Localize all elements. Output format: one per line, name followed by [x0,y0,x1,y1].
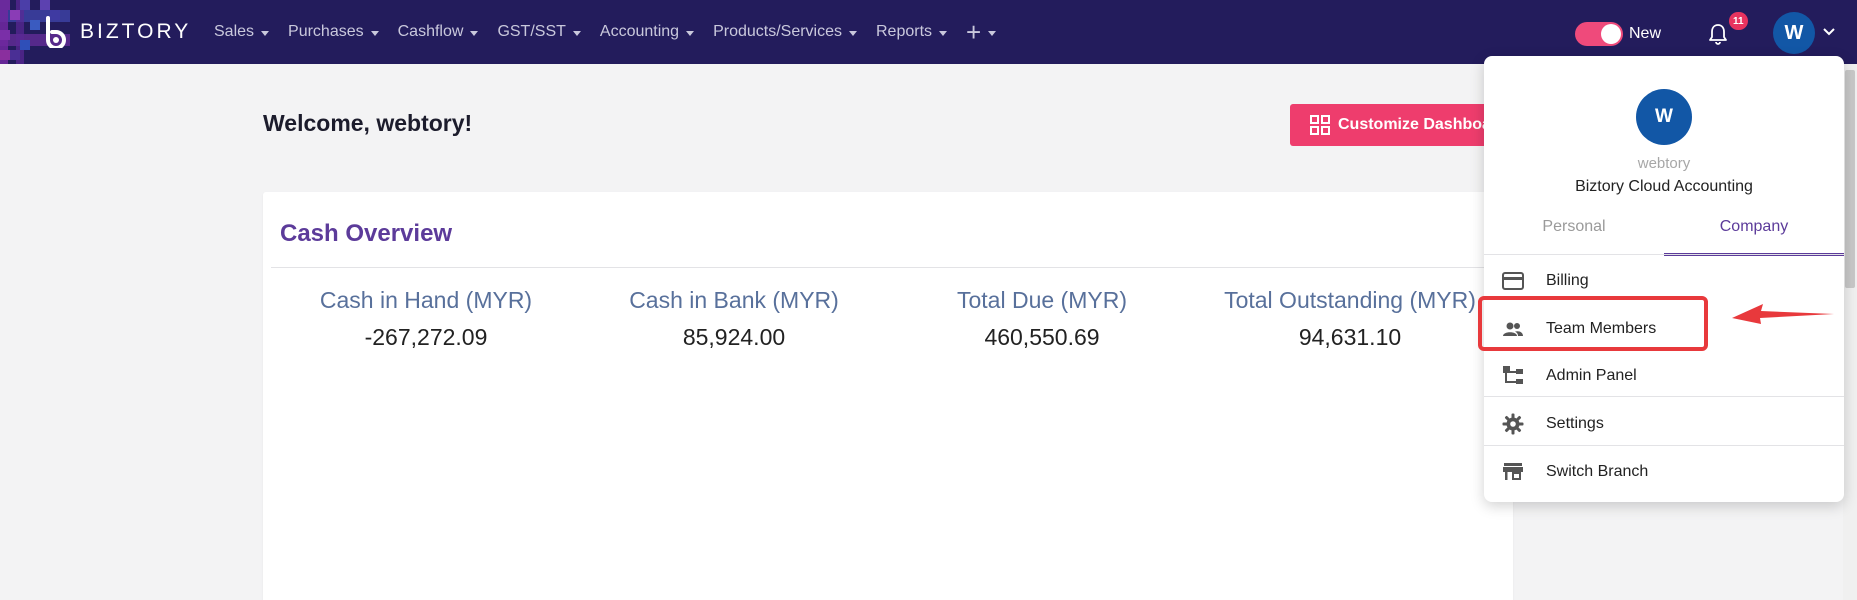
notification-badge: 11 [1729,12,1748,30]
credit-card-icon [1502,272,1524,290]
caret-down-icon [370,30,379,36]
menu-item-label: Switch Branch [1546,463,1649,480]
top-navbar: BIZTORY Sales Purchases Cashflow GST/SST… [0,0,1857,64]
toggle-label: New [1629,25,1662,42]
tab-personal[interactable]: Personal [1484,216,1664,256]
menu-tabs: Personal Company [1484,216,1844,256]
stat-label: Cash in Bank (MYR) [629,287,839,313]
caret-down-icon [686,30,695,36]
gear-icon [1502,413,1524,435]
nav-cashflow[interactable]: Cashflow [398,23,479,41]
nav-accounting-label: Accounting [599,23,680,40]
stat-value: 94,631.10 [1298,324,1402,350]
menu-item-label: Billing [1546,272,1589,289]
menu-item-settings[interactable]: Settings [1484,400,1844,448]
chevron-down-icon[interactable] [1822,27,1836,37]
scrollbar-thumb[interactable] [1845,70,1855,288]
nav-gst-sst[interactable]: GST/SST [497,23,581,41]
main-nav: Sales Purchases Cashflow GST/SST Account… [214,0,1015,64]
user-avatar[interactable]: W [1773,12,1815,54]
stat-label: Cash in Hand (MYR) [319,287,533,313]
hierarchy-icon [1503,366,1523,384]
caret-down-icon [849,30,857,36]
nav-cashflow-label: Cashflow [397,23,464,40]
biztory-logo-icon [46,16,66,48]
menu-item-label: Admin Panel [1546,367,1637,384]
quick-add-menu[interactable]: + [966,17,997,47]
nav-reports[interactable]: Reports [876,23,948,41]
divider [1484,445,1844,446]
welcome-heading: Welcome, webtory! [263,110,473,136]
annotation-highlight-box [1478,296,1708,351]
caret-down-icon [470,30,479,36]
caret-down-icon [939,30,948,36]
divider [1484,254,1844,255]
nav-purchases[interactable]: Purchases [288,23,379,41]
nav-products-services[interactable]: Products/Services [713,23,857,41]
menu-item-label: Settings [1546,415,1604,432]
toggle-switch[interactable] [1575,22,1623,46]
customize-dashboard-label: Customize Dashboard [1338,116,1507,133]
nav-purchases-label: Purchases [288,23,364,40]
plus-icon: + [966,17,982,47]
stat-cash-in-bank: Cash in Bank (MYR) 85,924.00 [584,287,884,351]
caret-down-icon [261,30,270,36]
stat-label: Total Outstanding (MYR) [1224,287,1476,313]
stat-cash-in-hand: Cash in Hand (MYR) -267,272.09 [276,287,576,351]
nav-accounting[interactable]: Accounting [599,23,695,41]
stat-value: 85,924.00 [682,324,786,350]
toggle-knob [1601,24,1621,44]
caret-down-icon [572,30,581,36]
nav-products-services-label: Products/Services [713,23,842,40]
store-icon [1503,463,1523,480]
cash-overview-title: Cash Overview [280,220,453,247]
annotation-arrow-icon [1732,304,1834,324]
caret-down-icon [988,30,997,36]
grid-icon [1310,115,1330,135]
nav-sales-label: Sales [214,23,255,40]
stat-total-due: Total Due (MYR) 460,550.69 [892,287,1192,351]
nav-reports-label: Reports [876,23,933,40]
stat-value: 460,550.69 [984,324,1100,350]
cash-overview-card: Cash Overview Cash in Hand (MYR) -267,27… [263,192,1513,600]
menu-username: webtory [1637,155,1691,172]
new-ui-toggle[interactable]: New [1575,22,1661,46]
stat-total-outstanding: Total Outstanding (MYR) 94,631.10 [1200,287,1500,351]
bell-icon[interactable] [1706,22,1730,46]
biztory-logo[interactable]: BIZTORY [42,16,191,48]
divider [1484,396,1844,397]
menu-company-name: Biztory Cloud Accounting [1575,178,1753,195]
tab-company[interactable]: Company [1664,216,1844,256]
brand-name: BIZTORY [80,20,192,43]
divider [271,267,1505,268]
stat-label: Total Due (MYR) [957,287,1127,313]
menu-item-admin-panel[interactable]: Admin Panel [1484,352,1844,400]
account-menu: W webtory Biztory Cloud Accounting Perso… [1484,56,1844,502]
nav-gst-sst-label: GST/SST [497,23,566,40]
customize-dashboard-button[interactable]: Customize Dashboard [1290,104,1510,146]
nav-sales[interactable]: Sales [214,23,270,41]
stat-value: -267,272.09 [364,324,488,350]
menu-avatar: W [1636,89,1692,145]
menu-item-switch-branch[interactable]: Switch Branch [1484,448,1844,496]
